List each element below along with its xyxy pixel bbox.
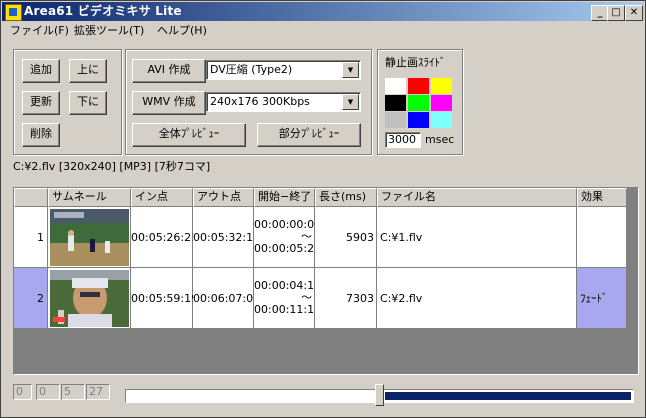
timeline-progress-fill	[385, 392, 631, 400]
color-swatch[interactable]	[385, 95, 406, 111]
clip-thumbnail-1	[50, 209, 129, 266]
color-swatch[interactable]	[431, 112, 452, 128]
header-effect[interactable]: 効果	[577, 188, 627, 207]
time-field-4[interactable]: 27	[86, 384, 110, 400]
out-point-cell[interactable]: 00:06:07:01	[193, 268, 260, 329]
menu-help[interactable]: ヘルプ(H)	[157, 24, 207, 38]
chevron-down-icon[interactable]: ▼	[342, 62, 359, 78]
menu-file[interactable]: ファイル(F)	[10, 24, 69, 38]
header-in-point[interactable]: イン点	[131, 188, 193, 207]
clip-info-text: C:¥2.flv [320x240] [MP3] [7秒7コマ]	[13, 160, 211, 173]
start-end-cell[interactable]: 00:00:00:00 〜 00:00:05:22	[254, 207, 322, 268]
color-swatch[interactable]	[408, 112, 429, 128]
length-cell[interactable]: 5903	[315, 207, 377, 268]
in-point-cell[interactable]: 00:05:26:21	[131, 207, 198, 268]
close-button[interactable]: ✕	[625, 5, 643, 21]
move-up-button[interactable]: 上に	[69, 59, 107, 83]
header-thumbnail[interactable]: サムネール	[48, 188, 131, 207]
wmv-format-value: 240x176 300Kbps	[210, 95, 310, 108]
app-icon	[5, 4, 22, 21]
avi-format-value: DV圧縮 (Type2)	[210, 63, 293, 76]
header-file-name[interactable]: ファイル名	[377, 188, 577, 207]
effect-cell[interactable]	[577, 207, 627, 268]
msec-input[interactable]: 3000	[385, 132, 421, 148]
file-name-cell[interactable]: C:¥2.flv	[377, 268, 577, 329]
row-number[interactable]: 1	[14, 207, 48, 268]
add-button[interactable]: 追加	[22, 59, 60, 83]
length-cell[interactable]: 7303	[315, 268, 377, 329]
clip-table: サムネール イン点 アウト点 開始−終了 長さ(ms) ファイル名 効果 1 0…	[13, 187, 639, 375]
preview-part-button[interactable]: 部分ﾌﾟﾚﾋﾞｭｰ	[257, 123, 361, 147]
start-end-cell[interactable]: 00:00:04:10 〜 00:00:11:17	[254, 268, 322, 329]
file-name-cell[interactable]: C:¥1.flv	[377, 207, 577, 268]
thumbnail-cell[interactable]	[48, 268, 131, 329]
clip-thumbnail-2	[50, 270, 129, 327]
list-buttons-group: 追加 上に 更新 下に 削除	[13, 49, 122, 155]
color-swatch[interactable]	[408, 95, 429, 111]
color-swatch[interactable]	[385, 112, 406, 128]
still-slide-group: 静止画ｽﾗｲﾄﾞ 3000 msec	[377, 49, 463, 155]
msec-label: msec	[425, 133, 455, 146]
avi-format-select[interactable]: DV圧縮 (Type2) ▼	[206, 60, 361, 80]
menu-bar: ファイル(F) 拡張ツール(T) ヘルプ(H)	[2, 22, 644, 40]
window-title: Area61 ビデオミキサ Lite	[24, 4, 182, 18]
delete-button[interactable]: 削除	[22, 123, 60, 147]
out-point-cell[interactable]: 00:05:32:18	[193, 207, 260, 268]
effect-cell[interactable]: ﾌｪｰﾄﾞ	[577, 268, 627, 329]
color-swatch[interactable]	[385, 78, 406, 94]
color-swatch[interactable]	[431, 78, 452, 94]
menu-tools[interactable]: 拡張ツール(T)	[74, 24, 144, 38]
move-down-button[interactable]: 下に	[69, 91, 107, 115]
color-swatch[interactable]	[431, 95, 452, 111]
end-time: 00:00:05:22	[254, 242, 322, 255]
maximize-button[interactable]: □	[607, 5, 625, 21]
preview-all-button[interactable]: 全体ﾌﾟﾚﾋﾞｭｰ	[132, 123, 246, 147]
avi-create-button[interactable]: AVI 作成	[132, 59, 206, 83]
update-button[interactable]: 更新	[22, 91, 60, 115]
slide-title: 静止画ｽﾗｲﾄﾞ	[385, 56, 446, 69]
time-field-2[interactable]: 0	[36, 384, 60, 400]
output-group: AVI 作成 DV圧縮 (Type2) ▼ WMV 作成 240x176 300…	[125, 49, 372, 155]
time-field-3[interactable]: 5	[61, 384, 85, 400]
thumbnail-cell[interactable]	[48, 207, 131, 268]
color-swatch[interactable]	[408, 78, 429, 94]
header-start-end[interactable]: 開始−終了	[254, 188, 315, 207]
title-bar: Area61 ビデオミキサ Lite _ □ ✕	[2, 2, 644, 21]
wmv-create-button[interactable]: WMV 作成	[132, 91, 206, 115]
timeline-slider-thumb[interactable]	[375, 384, 384, 406]
chevron-down-icon[interactable]: ▼	[342, 94, 359, 110]
time-field-1[interactable]: 0	[13, 384, 32, 400]
header-length[interactable]: 長さ(ms)	[315, 188, 377, 207]
wmv-format-select[interactable]: 240x176 300Kbps ▼	[206, 92, 361, 112]
main-window: Area61 ビデオミキサ Lite _ □ ✕ ファイル(F) 拡張ツール(T…	[0, 0, 646, 418]
header-out-point[interactable]: アウト点	[193, 188, 254, 207]
row-number[interactable]: 2	[14, 268, 48, 329]
header-corner	[14, 188, 48, 207]
in-point-cell[interactable]: 00:05:59:19	[131, 268, 198, 329]
end-time: 00:00:11:17	[254, 303, 322, 316]
